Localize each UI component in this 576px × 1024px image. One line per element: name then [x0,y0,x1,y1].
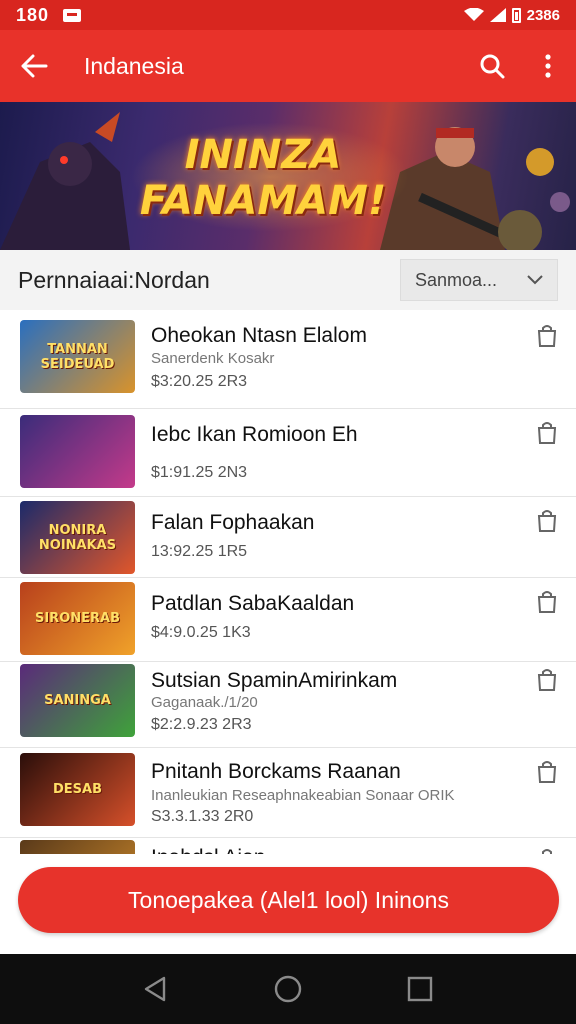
game-subtitle: Sanerdenk Kosakr [151,350,275,367]
bag-icon[interactable] [536,421,558,445]
game-thumbnail-text: TANNAN SEIDEUAD [40,341,115,372]
banner-title-line2: FANAMAM! [139,178,387,224]
bag-icon[interactable] [536,590,558,614]
page-title: Indanesia [84,52,184,79]
game-thumbnail: DESAB [20,753,135,826]
battery-text: 2386 [526,6,560,24]
game-meta: $2:2.9.23 2R3 [151,716,252,733]
game-meta: S3.3.1.33 2R0 [151,808,254,825]
game-name: Pnitanh Borckams Raanan [151,760,401,783]
signal-icon [489,8,506,22]
game-meta: $3:20.25 2R3 [151,373,248,390]
game-subtitle: Gaganaak./1/20 [151,694,258,711]
app-bar: Indanesia [0,30,576,102]
primary-cta-button[interactable]: Tonoepakea (Alel1 lool) Ininons [18,867,559,933]
bag-icon[interactable] [536,324,558,348]
search-icon[interactable] [464,30,520,102]
game-name: Iebc Ikan Romioon Eh [151,423,358,446]
game-thumbnail-text: NONIRA NOINAKAS [38,522,117,553]
circle-home-icon[interactable] [274,975,302,1003]
square-recents-icon[interactable] [406,975,434,1003]
game-list-item[interactable]: Inabdsl Aian [0,838,576,854]
more-vert-icon[interactable] [520,30,576,102]
game-thumbnail-text: SIRONERAB [34,611,120,626]
bag-icon[interactable] [536,668,558,692]
game-list-item[interactable]: DESAB Pnitanh Borckams Raanan Inanleukia… [0,748,576,838]
bag-icon[interactable] [536,760,558,784]
game-name: Inabdsl Aian [151,846,265,854]
game-name: Patdlan SabaKaaldan [151,592,355,615]
game-meta: $4:9.0.25 1K3 [151,624,251,641]
game-subtitle: Inanleukian Reseaphnakeabian Sonaar ORIK [151,787,455,804]
notification-icon [63,8,82,22]
wifi-icon [463,8,484,21]
game-list-item[interactable]: SIRONERAB Patdlan SabaKaaldan $4:9.0.25 … [0,578,576,662]
game-list-item[interactable]: SANINGA Sutsian SpaminAmirinkam Gaganaak… [0,662,576,748]
section-header: Pernnaiaai:Nordan Sanmoa... [0,250,576,310]
game-list-item[interactable]: Iebc Ikan Romioon Eh $1:91.25 2N3 [0,409,576,497]
game-name: Falan Fophaakan [151,511,315,534]
game-thumbnail: NONIRA NOINAKAS [20,501,135,574]
game-name: Sutsian SpaminAmirinkam [151,669,398,692]
game-list: TANNAN SEIDEUAD Oheokan Ntasn Elalom San… [0,310,576,854]
game-thumbnail: SIRONERAB [20,582,135,655]
game-meta: $1:91.25 2N3 [151,464,248,481]
game-thumbnail: TANNAN SEIDEUAD [20,320,135,393]
game-thumbnail: SANINGA [20,664,135,737]
sort-value: Sanmoa... [415,269,498,290]
battery-icon [511,7,521,23]
banner-title-line1: ININZA [184,132,342,178]
game-thumbnail-text: SANINGA [44,693,111,708]
game-list-item[interactable]: NONIRA NOINAKAS Falan Fophaakan 13:92.25… [0,497,576,578]
chevron-down-icon [527,275,543,285]
sort-dropdown[interactable]: Sanmoa... [400,259,558,301]
game-meta: 13:92.25 1R5 [151,543,248,560]
game-thumbnail [20,415,135,488]
promo-banner[interactable]: ININZA FANAMAM! [0,102,576,250]
system-nav-bar [0,954,576,1024]
section-title: Pernnaiaai:Nordan [18,266,210,293]
triangle-back-icon[interactable] [142,975,170,1003]
game-thumbnail-text: DESAB [52,782,102,797]
game-list-item[interactable]: TANNAN SEIDEUAD Oheokan Ntasn Elalom San… [0,310,576,409]
game-name: Oheokan Ntasn Elalom [151,324,367,347]
app-bar-actions [464,30,576,102]
status-time: 180 [16,4,50,25]
status-indicators: 2386 [463,6,560,24]
banner-title: ININZA FANAMAM! [138,132,388,224]
cta-area: Tonoepakea (Alel1 lool) Ininons [0,854,576,954]
game-thumbnail [20,840,135,854]
status-bar: 180 2386 [0,0,576,30]
bag-icon[interactable] [536,509,558,533]
arrow-left-icon[interactable] [4,30,64,102]
